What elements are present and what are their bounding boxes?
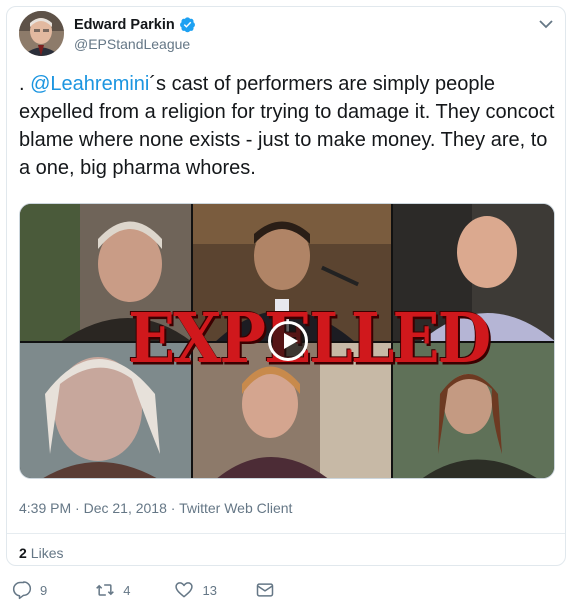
likes-summary[interactable]: 2 Likes [19, 545, 63, 561]
meta-separator: · [170, 500, 176, 516]
tweet-time[interactable]: 4:39 PM [19, 500, 71, 516]
tweet-actions: 9 4 13 [12, 578, 317, 602]
author-name-row[interactable]: Edward Parkin [74, 16, 196, 33]
tweet-text: . @Leahremini´s cast of performers are s… [19, 70, 559, 182]
mention-link[interactable]: @Leahremini [30, 73, 149, 95]
retweet-button[interactable]: 4 [95, 580, 130, 600]
play-button[interactable] [268, 321, 308, 361]
author-handle[interactable]: @EPStandLeague [74, 36, 190, 52]
reply-icon [12, 581, 32, 600]
chevron-down-icon[interactable] [539, 19, 553, 29]
author-display-name[interactable]: Edward Parkin [74, 17, 175, 33]
meta-separator: · [75, 500, 80, 516]
like-count: 13 [202, 582, 217, 598]
video-thumbnail[interactable]: EXPELLED [19, 203, 555, 479]
likes-summary-count: 2 [19, 545, 27, 561]
reply-count: 9 [40, 582, 48, 598]
avatar-image [19, 11, 64, 56]
divider [7, 533, 565, 534]
reply-button[interactable]: 9 [12, 580, 47, 600]
direct-message-button[interactable] [255, 580, 283, 600]
tweet-meta: 4:39 PM · Dec 21, 2018 · Twitter Web Cli… [19, 500, 292, 516]
tweet-client[interactable]: Twitter Web Client [179, 500, 292, 516]
verified-badge-icon [179, 17, 195, 33]
retweet-icon [96, 584, 115, 596]
envelope-icon [256, 583, 274, 597]
retweet-count: 4 [123, 582, 131, 598]
like-button[interactable]: 13 [174, 580, 217, 600]
avatar[interactable] [19, 11, 64, 56]
tweet-card: Edward Parkin @EPStandLeague . @Leahremi… [6, 6, 566, 566]
tweet-date[interactable]: Dec 21, 2018 [84, 500, 167, 516]
heart-icon [175, 582, 194, 598]
likes-summary-label: Likes [30, 545, 64, 561]
expelled-overlay-text: EXPELLED [128, 298, 491, 379]
tweet-prefix: . [19, 73, 31, 95]
